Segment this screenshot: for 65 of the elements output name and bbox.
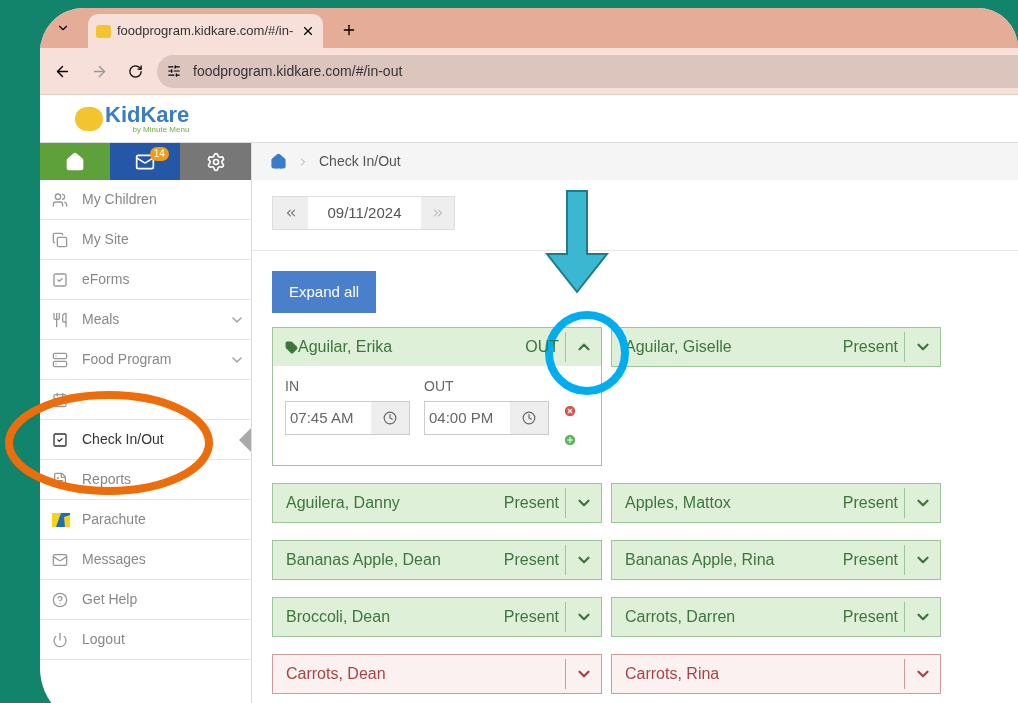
sidebar-label: My Site [82, 230, 129, 249]
fork-knife-icon [52, 311, 68, 328]
help-icon [52, 591, 68, 608]
add-icon[interactable] [563, 433, 577, 447]
sidebar-label: Parachute [82, 510, 146, 529]
clock-icon [383, 411, 397, 425]
home-icon [64, 151, 85, 172]
child-name: Apples, Mattox [625, 493, 731, 513]
status-label: Present [503, 493, 560, 513]
time-label: IN [285, 377, 300, 396]
home-icon[interactable] [270, 153, 287, 170]
favicon-icon [96, 24, 111, 38]
sidebar-label: Food Program [82, 350, 172, 369]
sidebar-label: Check In/Out [82, 430, 164, 449]
envelope-icon [52, 551, 68, 568]
child-name: Carrots, Darren [625, 607, 736, 627]
home-button[interactable] [40, 143, 110, 180]
time-field[interactable]: 07:45 AM [285, 401, 410, 435]
sidebar-label: Logout [82, 630, 125, 649]
list-icon [52, 351, 68, 368]
count-badge: 14 [149, 147, 169, 161]
browser-tab[interactable]: foodprogram.kidkare.com/#/in- [88, 14, 323, 48]
sidebar-label: Messages [82, 550, 146, 569]
status-label: Present [503, 550, 560, 570]
address-bar[interactable]: foodprogram.kidkare.com/#/in-out [157, 54, 1018, 88]
site-info-icon[interactable] [167, 64, 181, 78]
status-label: Present [503, 607, 560, 627]
child-name: Carrots, Rina [625, 664, 720, 684]
power-icon [52, 631, 68, 648]
calendar-icon [52, 391, 68, 408]
mail-button[interactable]: 14 [109, 143, 181, 180]
child-name: Carrots, Dean [286, 664, 386, 684]
status-label: Present [842, 607, 899, 627]
expand-all-button[interactable]: Expand all [272, 271, 377, 313]
parachute-logo-icon [52, 512, 70, 527]
sidebar-label: My Children [82, 190, 157, 209]
sidebar-label: Reports [82, 470, 132, 489]
time-field[interactable]: 04:00 PM [424, 401, 549, 435]
clock-icon [522, 411, 536, 425]
kidkare-logo: KidKare by Minute Menu [75, 103, 190, 134]
remove-icon[interactable] [563, 404, 577, 418]
close-icon[interactable] [301, 24, 315, 38]
sidebar-label: Meals [82, 310, 120, 329]
child-name: Bananas Apple, Dean [286, 550, 441, 570]
checkbox-icon [52, 431, 68, 448]
status-label: Present [842, 550, 899, 570]
child-name: Broccoli, Dean [286, 607, 391, 627]
sidebar-label: eForms [82, 270, 130, 289]
sidebar-label: Get Help [82, 590, 138, 609]
settings-button[interactable] [180, 143, 251, 180]
reload-icon[interactable] [128, 63, 143, 79]
copy-icon [52, 231, 68, 248]
breadcrumb-current: Check In/Out [319, 152, 401, 171]
people-icon [52, 191, 68, 208]
time-label: OUT [424, 377, 455, 396]
kids-logo-icon [75, 106, 103, 131]
child-name: Bananas Apple, Rina [625, 550, 775, 570]
checkbox-icon [52, 271, 68, 288]
tab-title: foodprogram.kidkare.com/#/in- [117, 22, 294, 41]
settings-icon [205, 151, 226, 172]
new-tab-icon[interactable] [341, 22, 357, 38]
child-name: Aguilera, Danny [286, 493, 400, 513]
status-label: Present [842, 493, 899, 513]
status-label: Present [842, 337, 899, 357]
child-name: Aguilar, Erika [298, 337, 393, 357]
